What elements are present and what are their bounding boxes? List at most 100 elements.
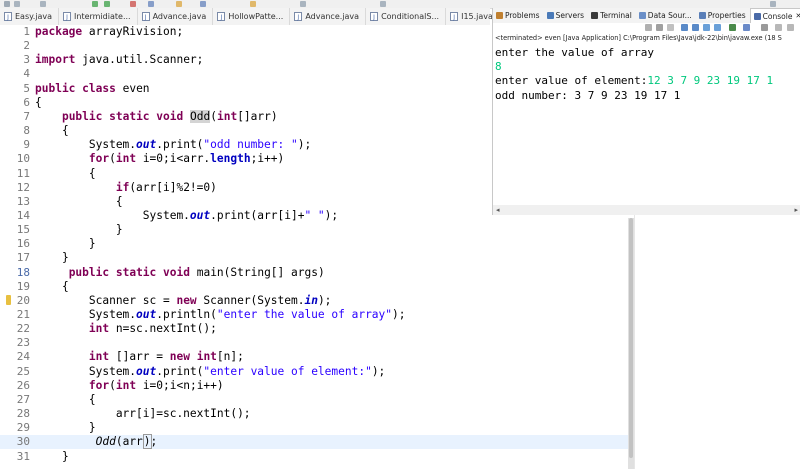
console-status-line: <terminated> even [Java Application] C:\…: [495, 34, 782, 42]
java-file-icon: J: [450, 12, 459, 21]
line-number: 22: [16, 322, 30, 336]
code-text: }: [35, 449, 69, 463]
java-file-icon: J: [63, 12, 72, 21]
code-text: java.util.Scanner;: [75, 53, 204, 67]
line-number: 26: [16, 378, 30, 392]
code-line[interactable]: 29 }: [0, 421, 628, 435]
tab-data-source[interactable]: Data Sour...: [636, 8, 696, 23]
static-field: out: [136, 364, 157, 378]
static-field: out: [189, 208, 211, 222]
code-line[interactable]: 28 arr[i]=sc.nextInt();: [0, 407, 628, 421]
tab-console[interactable]: Console ✕: [749, 8, 800, 23]
code-line[interactable]: 18 public static void main(String[] args…: [0, 266, 628, 280]
display-console-icon[interactable]: [729, 24, 736, 31]
line-number: 9: [23, 138, 30, 152]
scroll-right-icon[interactable]: ▸: [794, 206, 798, 214]
empty-side-pane: [634, 215, 800, 469]
editor-tab[interactable]: J Easy.java: [0, 8, 60, 25]
code-text: i=0;i<n;i++): [136, 378, 224, 392]
remove-launch-icon[interactable]: [656, 24, 663, 31]
show-console-icon[interactable]: [703, 24, 710, 31]
scroll-lock-icon[interactable]: [681, 24, 688, 31]
static-field: out: [136, 138, 157, 152]
editor-tab[interactable]: J Intermidiate...: [59, 8, 138, 25]
view-menu-icon[interactable]: [761, 24, 768, 31]
code-text: {: [35, 166, 96, 180]
code-text: {: [35, 124, 69, 138]
console-horizontal-scrollbar[interactable]: ◂ ▸: [493, 205, 800, 215]
editor-tab[interactable]: J Advance.java: [290, 8, 367, 25]
code-line[interactable]: 22 int n=sc.nextInt();: [0, 322, 628, 336]
java-file-icon: J: [217, 12, 226, 21]
minimize-icon[interactable]: [775, 24, 782, 31]
code-text: i=0;i<arr.: [136, 152, 211, 166]
code-text: );: [324, 208, 339, 222]
tab-terminal[interactable]: Terminal: [588, 8, 636, 23]
code-line[interactable]: 17 }: [0, 251, 628, 265]
editor-tab[interactable]: J ConditionalS...: [366, 8, 447, 25]
line-number: 30: [16, 435, 30, 449]
code-text: n=sc.nextInt();: [109, 322, 217, 336]
code-text: {: [35, 194, 123, 208]
line-number: 4: [23, 67, 30, 81]
keyword: public: [61, 109, 103, 123]
code-line[interactable]: 23: [0, 336, 628, 350]
code-line[interactable]: 24 int []arr = new int[n];: [0, 350, 628, 364]
keyword: int: [88, 350, 110, 364]
line-number: 21: [16, 308, 30, 321]
console-output[interactable]: enter the value of array 8 enter value o…: [495, 46, 800, 103]
tab-label: Servers: [555, 11, 585, 20]
toolbar-icon[interactable]: [200, 1, 206, 7]
toolbar-icon[interactable]: [4, 1, 10, 7]
folder-icon[interactable]: [250, 1, 256, 7]
stop-icon[interactable]: [130, 1, 136, 7]
warning-marker-icon[interactable]: [6, 295, 11, 305]
tab-properties[interactable]: Properties: [696, 8, 750, 23]
toolbar-icon[interactable]: [14, 1, 20, 7]
current-code-line[interactable]: 30 Odd(arr);: [0, 434, 628, 450]
toolbar-icon[interactable]: [40, 1, 46, 7]
word-wrap-icon[interactable]: [692, 24, 699, 31]
scroll-left-icon[interactable]: ◂: [496, 206, 500, 214]
tab-problems[interactable]: Problems: [493, 8, 544, 23]
tab-label: Console: [762, 11, 793, 21]
toolbar-icon[interactable]: [300, 1, 306, 7]
search-icon[interactable]: [770, 1, 776, 7]
line-number: 25: [16, 364, 30, 378]
close-icon[interactable]: ✕: [795, 12, 800, 20]
editor-tab[interactable]: J HollowPatte...: [213, 8, 291, 25]
code-line[interactable]: 15 }: [0, 223, 628, 237]
tab-servers[interactable]: Servers: [544, 8, 589, 23]
scrollbar-thumb[interactable]: [629, 218, 633, 458]
remove-all-icon[interactable]: [667, 24, 674, 31]
tab-label: Properties: [707, 11, 746, 20]
tab-label: Easy.java: [15, 12, 53, 21]
open-console-icon[interactable]: [743, 24, 750, 31]
terminate-icon[interactable]: [645, 24, 652, 31]
debug-icon[interactable]: [104, 1, 110, 7]
code-line[interactable]: 26 for(int i=0;i<n;i++): [0, 379, 628, 393]
run-icon[interactable]: [92, 1, 98, 7]
pin-console-icon[interactable]: [714, 24, 721, 31]
maximize-icon[interactable]: [787, 24, 794, 31]
code-line[interactable]: 21 System.out.println("enter the value o…: [0, 308, 628, 322]
line-number: 19: [16, 279, 30, 293]
editor-tab[interactable]: J Advance.java: [138, 8, 214, 25]
toolbar-icon[interactable]: [380, 1, 386, 7]
code-line[interactable]: 19 {: [0, 280, 628, 294]
string-literal: "enter the value of array": [216, 308, 393, 321]
code-line[interactable]: 27 {: [0, 393, 628, 407]
line-number: 7: [23, 109, 30, 123]
toolbar-icon[interactable]: [148, 1, 154, 7]
code-text: }: [35, 223, 123, 237]
keyword: import: [35, 53, 76, 67]
code-line[interactable]: 20 Scanner sc = new Scanner(System.in);: [0, 294, 628, 308]
code-line[interactable]: 16 }: [0, 237, 628, 251]
toolbar-icon[interactable]: [176, 1, 182, 7]
code-line[interactable]: 31 }: [0, 450, 628, 464]
line-number: 14: [16, 208, 30, 222]
code-line[interactable]: 25 System.out.print("enter value of elem…: [0, 365, 628, 379]
line-number: 8: [23, 124, 30, 138]
